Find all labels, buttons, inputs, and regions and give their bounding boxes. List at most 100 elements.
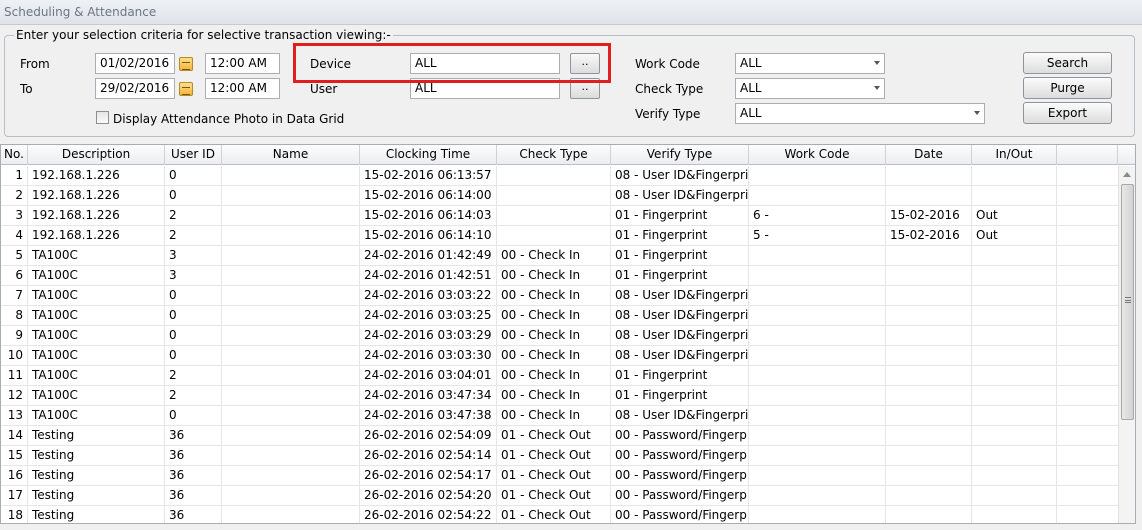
table-row[interactable]: 3192.168.1.2262 15-02-2016 06:14:03 P... 0…	[1, 206, 1118, 226]
cell-work-code	[749, 326, 886, 346]
cell-check-type: 00 - Check In	[497, 286, 611, 306]
cell-verify-type: 01 - Fingerprint	[611, 226, 749, 246]
cell-verify-type: 00 - Password/Fingerp...	[611, 426, 749, 446]
cell-verify-type: 08 - User ID&Fingerpri...	[611, 406, 749, 426]
cell-description: 192.168.1.226	[28, 166, 165, 186]
table-row[interactable]: 5TA100C3 24-02-2016 01:42:49 P...00 - Che…	[1, 246, 1118, 266]
cell-name	[222, 266, 360, 286]
device-browse-button[interactable]: ..	[570, 53, 600, 74]
cell-description: 192.168.1.226	[28, 186, 165, 206]
cell-date	[886, 406, 972, 426]
table-row[interactable]: 12TA100C2 24-02-2016 03:47:34 P...00 - Ch…	[1, 386, 1118, 406]
column-header-in-out[interactable]: In/Out	[972, 145, 1057, 165]
table-row[interactable]: 10TA100C0 24-02-2016 03:03:30 P...00 - Ch…	[1, 346, 1118, 366]
search-button[interactable]: Search	[1023, 52, 1112, 74]
verify-type-value: ALL	[740, 106, 762, 120]
cell-verify-type: 01 - Fingerprint	[611, 386, 749, 406]
table-row[interactable]: 17Testing36 26-02-2016 02:54:20 P...01 - …	[1, 486, 1118, 506]
cell-date	[886, 466, 972, 486]
cell-user-id: 0	[165, 286, 222, 306]
table-row[interactable]: 16Testing36 26-02-2016 02:54:17 P...01 - …	[1, 466, 1118, 486]
display-photo-checkbox[interactable]	[96, 111, 109, 124]
cell-verify-type: 08 - User ID&Fingerpri...	[611, 346, 749, 366]
cell-name	[222, 466, 360, 486]
cell-in-out	[972, 406, 1057, 426]
cell-user-id: 2	[165, 386, 222, 406]
table-row[interactable]: 6TA100C3 24-02-2016 01:42:51 P...00 - Che…	[1, 266, 1118, 286]
table-row[interactable]: 13TA100C0 24-02-2016 03:47:38 P...00 - Ch…	[1, 406, 1118, 426]
user-field[interactable]: ALL	[410, 78, 560, 99]
to-time-field[interactable]: 12:00 AM	[205, 78, 280, 99]
grid-header: No. Description User ID Name Clocking Time Ch…	[1, 145, 1135, 165]
grip-icon	[1125, 297, 1131, 303]
to-date-field[interactable]: 29/02/2016	[95, 78, 175, 99]
cell-clocking-time: 24-02-2016 01:42:51 P...	[360, 266, 497, 286]
cell-verify-type: 01 - Fingerprint	[611, 266, 749, 286]
cell-date	[886, 186, 972, 206]
table-row[interactable]: 7TA100C0 24-02-2016 03:03:22 P...00 - Che…	[1, 286, 1118, 306]
table-row[interactable]: 15Testing36 26-02-2016 02:54:14 P...01 - …	[1, 446, 1118, 466]
from-time-field[interactable]: 12:00 AM	[205, 53, 280, 74]
cell-in-out	[972, 346, 1057, 366]
cell-verify-type: 01 - Fingerprint	[611, 206, 749, 226]
cell-name	[222, 326, 360, 346]
cell-user-id: 0	[165, 306, 222, 326]
cell-in-out	[972, 266, 1057, 286]
from-calendar-icon[interactable]	[179, 57, 193, 71]
column-header-date[interactable]: Date	[886, 145, 972, 165]
column-header-name[interactable]: Name	[222, 145, 360, 165]
scrollbar-thumb[interactable]	[1121, 184, 1134, 420]
device-field[interactable]: ALL	[410, 53, 560, 74]
table-row[interactable]: 18Testing36 26-02-2016 02:54:22 P...01 - …	[1, 506, 1118, 523]
cell-in-out	[972, 186, 1057, 206]
cell-in-out	[972, 466, 1057, 486]
cell-check-type: 00 - Check In	[497, 346, 611, 366]
cell-user-id: 0	[165, 186, 222, 206]
column-header-work-code[interactable]: Work Code	[749, 145, 886, 165]
cell-user-id: 2	[165, 366, 222, 386]
cell-work-code: 5 -	[749, 226, 886, 246]
cell-date	[886, 446, 972, 466]
cell-user-id: 0	[165, 406, 222, 426]
cell-verify-type: 08 - User ID&Fingerpri...	[611, 306, 749, 326]
check-type-value: ALL	[740, 81, 762, 95]
from-label: From	[20, 57, 50, 71]
column-header-check-type[interactable]: Check Type	[497, 145, 611, 165]
cell-date	[886, 166, 972, 186]
column-header-no[interactable]: No.	[1, 145, 28, 165]
check-type-select[interactable]: ALL	[735, 78, 885, 99]
table-row[interactable]: 11TA100C2 24-02-2016 03:04:01 P...00 - Ch…	[1, 366, 1118, 386]
transactions-grid[interactable]: No. Description User ID Name Clocking Time Ch…	[0, 144, 1136, 524]
cell-clocking-time: 15-02-2016 06:14:00 P...	[360, 186, 497, 206]
table-row[interactable]: 4192.168.1.2262 15-02-2016 06:14:10 P... 0…	[1, 226, 1118, 246]
from-date-field[interactable]: 01/02/2016	[95, 53, 175, 74]
cell-work-code	[749, 366, 886, 386]
user-browse-button[interactable]: ..	[570, 78, 600, 99]
cell-clocking-time: 26-02-2016 02:54:09 P...	[360, 426, 497, 446]
work-code-select[interactable]: ALL	[735, 53, 885, 74]
purge-button[interactable]: Purge	[1023, 77, 1112, 99]
cell-check-type: 00 - Check In	[497, 326, 611, 346]
table-row[interactable]: 14Testing36 26-02-2016 02:54:09 P...01 - …	[1, 426, 1118, 446]
column-header-verify-type[interactable]: Verify Type	[611, 145, 749, 165]
cell-no: 15	[1, 446, 28, 466]
verify-type-select[interactable]: ALL	[735, 103, 985, 124]
cell-in-out	[972, 286, 1057, 306]
cell-name	[222, 246, 360, 266]
scroll-up-icon[interactable]	[1123, 172, 1131, 177]
table-row[interactable]: 9TA100C0 24-02-2016 03:03:29 P...00 - Che…	[1, 326, 1118, 346]
table-row[interactable]: 2192.168.1.2260 15-02-2016 06:14:00 P... 0…	[1, 186, 1118, 206]
table-row[interactable]: 1192.168.1.2260 15-02-2016 06:13:57 P... 0…	[1, 166, 1118, 186]
cell-name	[222, 506, 360, 523]
cell-verify-type: 08 - User ID&Fingerpri...	[611, 166, 749, 186]
column-header-user-id[interactable]: User ID	[165, 145, 222, 165]
vertical-scrollbar[interactable]	[1118, 166, 1135, 523]
cell-clocking-time: 26-02-2016 02:54:22 P...	[360, 506, 497, 523]
column-header-clocking-time[interactable]: Clocking Time	[360, 145, 497, 165]
cell-check-type: 00 - Check In	[497, 266, 611, 286]
export-button[interactable]: Export	[1023, 102, 1112, 124]
column-header-description[interactable]: Description	[28, 145, 165, 165]
table-row[interactable]: 8TA100C0 24-02-2016 03:03:25 P...00 - Che…	[1, 306, 1118, 326]
cell-description: Testing	[28, 426, 165, 446]
to-calendar-icon[interactable]	[179, 82, 193, 96]
